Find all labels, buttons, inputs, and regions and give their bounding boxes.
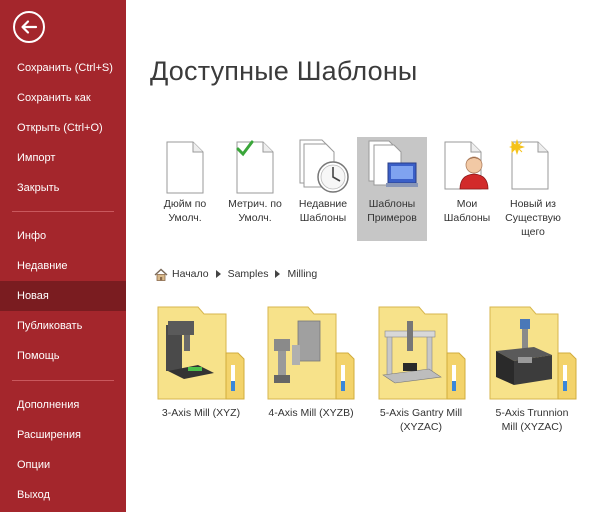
menu-open[interactable]: Открыть (Ctrl+O) [0, 113, 126, 143]
menu-info[interactable]: Инфо [0, 221, 126, 251]
backstage-sidebar: Сохранить (Ctrl+S) Сохранить как Открыть… [0, 0, 126, 512]
menu-addins[interactable]: Дополнения [0, 390, 126, 420]
tile-label: Мои Шаблоны [443, 198, 491, 224]
3-axis-mill-icon [157, 306, 245, 400]
tile-new-from-existing[interactable]: Новый из Существую щего [498, 137, 568, 241]
menu-options[interactable]: Опции [0, 450, 126, 480]
checked-document-icon [236, 140, 274, 194]
menu-import[interactable]: Импорт [0, 143, 126, 173]
sample-templates-icon [368, 140, 418, 187]
card-3-axis-mill[interactable] [154, 305, 248, 401]
sidebar-divider [12, 211, 114, 212]
card-5-axis-gantry-mill[interactable] [375, 305, 469, 401]
breadcrumb: Начало Samples Milling [154, 265, 317, 283]
chevron-right-icon [215, 270, 221, 278]
menu-publish[interactable]: Публиковать [0, 311, 126, 341]
tile-label: Новый из Существую щего [505, 198, 561, 238]
clock-documents-icon [299, 139, 349, 193]
menu-new[interactable]: Новая [0, 281, 126, 311]
tile-recent-templates[interactable]: Недавние Шаблоны [288, 137, 358, 241]
menu-extensions[interactable]: Расширения [0, 420, 126, 450]
tile-sample-templates[interactable]: Шаблоны Примеров [357, 137, 427, 241]
new-from-existing-icon [509, 139, 549, 190]
tile-label: Метрич. по Умолч. [228, 198, 282, 224]
4-axis-mill-icon [267, 306, 355, 400]
breadcrumb-home[interactable]: Начало [172, 268, 209, 280]
menu-recent[interactable]: Недавние [0, 251, 126, 281]
breadcrumb-samples[interactable]: Samples [228, 268, 269, 280]
card-4-axis-mill[interactable] [264, 305, 358, 401]
tile-label: Недавние Шаблоны [298, 198, 348, 224]
tile-label: Дюйм по Умолч. [163, 198, 207, 224]
blank-document-icon [166, 141, 204, 194]
sidebar-divider [12, 380, 114, 381]
menu-help[interactable]: Помощь [0, 341, 126, 371]
menu-close[interactable]: Закрыть [0, 173, 126, 203]
card-label: 5-Axis Trunnion Mill (XYZAC) [495, 407, 569, 433]
5-axis-trunnion-mill-icon [489, 306, 577, 400]
home-icon[interactable] [154, 268, 168, 281]
chevron-right-icon [275, 270, 281, 278]
tile-my-templates[interactable]: Мои Шаблоны [432, 137, 502, 241]
tile-inch-default[interactable]: Дюйм по Умолч. [150, 137, 220, 241]
breadcrumb-milling[interactable]: Milling [287, 268, 317, 280]
back-button[interactable] [13, 11, 45, 43]
menu-exit[interactable]: Выход [0, 480, 126, 510]
user-document-icon [444, 141, 489, 190]
5-axis-gantry-mill-icon [378, 306, 466, 400]
menu-save[interactable]: Сохранить (Ctrl+S) [0, 53, 126, 83]
arrow-left-icon [21, 20, 38, 34]
card-label: 4-Axis Mill (XYZB) [268, 407, 354, 419]
card-label: 5-Axis Gantry Mill (XYZAC) [379, 407, 463, 433]
card-label: 3-Axis Mill (XYZ) [161, 407, 241, 419]
menu-save-as[interactable]: Сохранить как [0, 83, 126, 113]
card-5-axis-trunnion-mill[interactable] [486, 305, 580, 401]
page-title: Доступные Шаблоны [150, 56, 418, 86]
tile-metric-default[interactable]: Метрич. по Умолч. [220, 137, 290, 241]
tile-label: Шаблоны Примеров [367, 198, 417, 224]
